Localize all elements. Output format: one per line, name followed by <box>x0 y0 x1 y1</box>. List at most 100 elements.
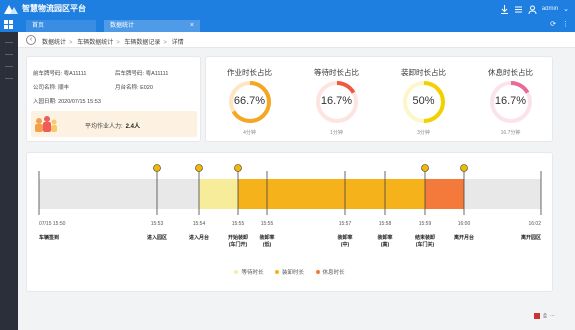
timeline-time: 15:54 <box>193 221 206 227</box>
entry-date-row: 入园日期: 2020/07/15 15:53 <box>33 97 101 105</box>
sidebar <box>0 32 18 330</box>
timeline-event-label: 装卸率 <box>336 234 352 241</box>
gauge-value: 50% <box>412 95 435 107</box>
timeline-event-label: 离开月台 <box>454 234 474 241</box>
legend-label: 等待时长 <box>241 270 264 276</box>
timeline-time: 15:55 <box>232 221 245 227</box>
gauge-duration: 16.7分钟 <box>500 130 521 136</box>
breadcrumb-bar: ‹ 数据统计 > 车辆数据统计 > 车辆数据记录 > 详情 <box>18 32 575 48</box>
gauge-rest: 休息时长占比 16.7% 16.7分钟 <box>467 57 554 143</box>
close-icon[interactable]: × <box>190 20 194 32</box>
tab-home-label: 首页 <box>32 23 45 29</box>
people-icon <box>35 116 57 132</box>
timeline-wait-segment <box>199 179 238 209</box>
menu-icon[interactable] <box>514 5 523 14</box>
company-label: 公司名称: <box>33 85 57 91</box>
legend-dot <box>315 270 320 274</box>
top-bar: 智慧物流园区平台 admin ⌄ <box>0 0 575 18</box>
rear-plate-value: 粤A11111 <box>145 71 169 77</box>
bottom-toolbar: ⎙ ⋯ <box>533 312 555 320</box>
print-icon[interactable]: ⎙ <box>543 313 547 319</box>
company-value: 顺丰 <box>58 85 70 91</box>
alert-pin-icon <box>195 164 203 172</box>
timeline-time: 07/15 15:50 <box>39 221 66 227</box>
rear-plate-label: 后车牌号码: <box>115 71 145 77</box>
timeline-event-label: 进入月台 <box>189 234 209 241</box>
tab-data-stats[interactable]: 数据统计 × <box>104 20 200 32</box>
sidebar-item[interactable] <box>5 66 13 67</box>
legend-item-wait[interactable]: 等待时长 <box>234 268 263 276</box>
timeline-event-label: (车门开) <box>229 241 248 248</box>
alert-pin-icon <box>153 164 161 172</box>
sidebar-item[interactable] <box>5 78 13 79</box>
user-icon[interactable] <box>528 5 537 14</box>
timeline-rest-segment <box>425 179 464 209</box>
avg-manpower-value: 2.4人 <box>125 124 141 130</box>
timeline-legend: 等待时长 装卸时长 休息时长 <box>26 268 553 276</box>
timeline-event-label: 车辆签到 <box>39 234 59 241</box>
front-plate-row: 前车牌号码: 粤A11111 <box>33 69 86 77</box>
gauge-title: 休息时长占比 <box>488 68 533 77</box>
gauge-value: 16.7% <box>494 95 527 107</box>
breadcrumb-item[interactable]: 车辆数据记录 <box>124 40 160 46</box>
timeline-time: 16:00 <box>458 221 471 227</box>
legend-dot <box>234 270 239 274</box>
timeline-time: 16:02 <box>528 221 541 227</box>
gauge-title: 作业时长占比 <box>227 68 272 77</box>
timeline-event-label: 进入园区 <box>147 234 167 241</box>
legend-item-load[interactable]: 装卸时长 <box>274 268 304 276</box>
back-icon[interactable]: ‹ <box>26 35 36 45</box>
company-row: 公司名称: 顺丰 <box>33 83 69 91</box>
platform-row: 月台名称: E020 <box>115 83 153 91</box>
legend-dot <box>274 270 279 274</box>
platform-label: 月台名称: <box>115 85 139 91</box>
timeline-time: 15:57 <box>339 221 352 227</box>
entry-date-label: 入园日期: <box>33 99 57 105</box>
breadcrumb-item: 详情 <box>171 40 184 46</box>
more-tools-icon[interactable]: ⋯ <box>550 313 555 319</box>
legend-label: 休息时长 <box>322 270 345 276</box>
gauge-duration: 3分钟 <box>417 130 430 136</box>
alert-pin-icon <box>421 164 429 172</box>
alert-pin-icon <box>460 164 468 172</box>
export-icon[interactable] <box>533 313 540 319</box>
tab-right-tools: ⟳ ⋮ <box>550 20 569 28</box>
breadcrumb: 数据统计 > 车辆数据统计 > 车辆数据记录 > 详情 <box>42 40 184 46</box>
timeline-event-label: 装卸率 <box>376 234 392 241</box>
gauge-duration: 4分钟 <box>243 130 256 136</box>
gauge-duration: 1分钟 <box>330 130 343 136</box>
ratio-gauges-card: 作业时长占比 66.7% 4分钟 等待时长占比 16.7% 1分钟 装卸时长占比… <box>205 56 553 142</box>
more-icon[interactable]: ⋮ <box>562 20 569 28</box>
timeline-event-label: (车门关) <box>416 241 435 248</box>
gauge-value: 66.7% <box>233 95 266 107</box>
tab-bar: 首页 数据统计 × ⟳ ⋮ <box>0 18 575 32</box>
timeline-event-label: 开始装卸 <box>228 234 248 241</box>
timeline-event-label: 装卸率 <box>258 234 274 241</box>
sidebar-item[interactable] <box>5 54 13 55</box>
logo-icon <box>4 5 18 14</box>
gauge-value: 16.7% <box>320 95 353 107</box>
gauge-title: 等待时长占比 <box>314 68 359 77</box>
timeline-event-label: 结束装卸 <box>415 234 435 241</box>
front-plate-label: 前车牌号码: <box>33 71 63 77</box>
refresh-icon[interactable]: ⟳ <box>550 20 556 28</box>
avg-manpower-label: 平均作业人力: <box>85 124 123 130</box>
sidebar-item[interactable] <box>5 42 13 43</box>
gauge-loading: 装卸时长占比 50% 3分钟 <box>380 57 467 143</box>
legend-item-rest[interactable]: 休息时长 <box>315 268 345 276</box>
vehicle-info-card: 前车牌号码: 粤A11111 后车牌号码: 粤A11111 公司名称: 顺丰 月… <box>26 56 201 142</box>
user-name[interactable]: admin <box>542 6 558 12</box>
breadcrumb-item[interactable]: 车辆数据统计 <box>77 40 113 46</box>
gauge-wait: 等待时长占比 16.7% 1分钟 <box>293 57 380 143</box>
tab-home[interactable]: 首页 <box>26 20 96 32</box>
download-icon[interactable] <box>500 4 509 14</box>
alert-pin-icon <box>234 164 242 172</box>
rear-plate-row: 后车牌号码: 粤A11111 <box>115 69 168 77</box>
breadcrumb-item[interactable]: 数据统计 <box>42 40 66 46</box>
top-right-tools: admin ⌄ <box>500 3 569 15</box>
grid-menu-icon[interactable] <box>4 20 13 29</box>
front-plate-value: 粤A11111 <box>63 71 87 77</box>
chevron-down-icon[interactable]: ⌄ <box>563 5 569 13</box>
tab-data-stats-label: 数据统计 <box>110 23 135 29</box>
timeline-event-label: (中) <box>341 241 350 248</box>
